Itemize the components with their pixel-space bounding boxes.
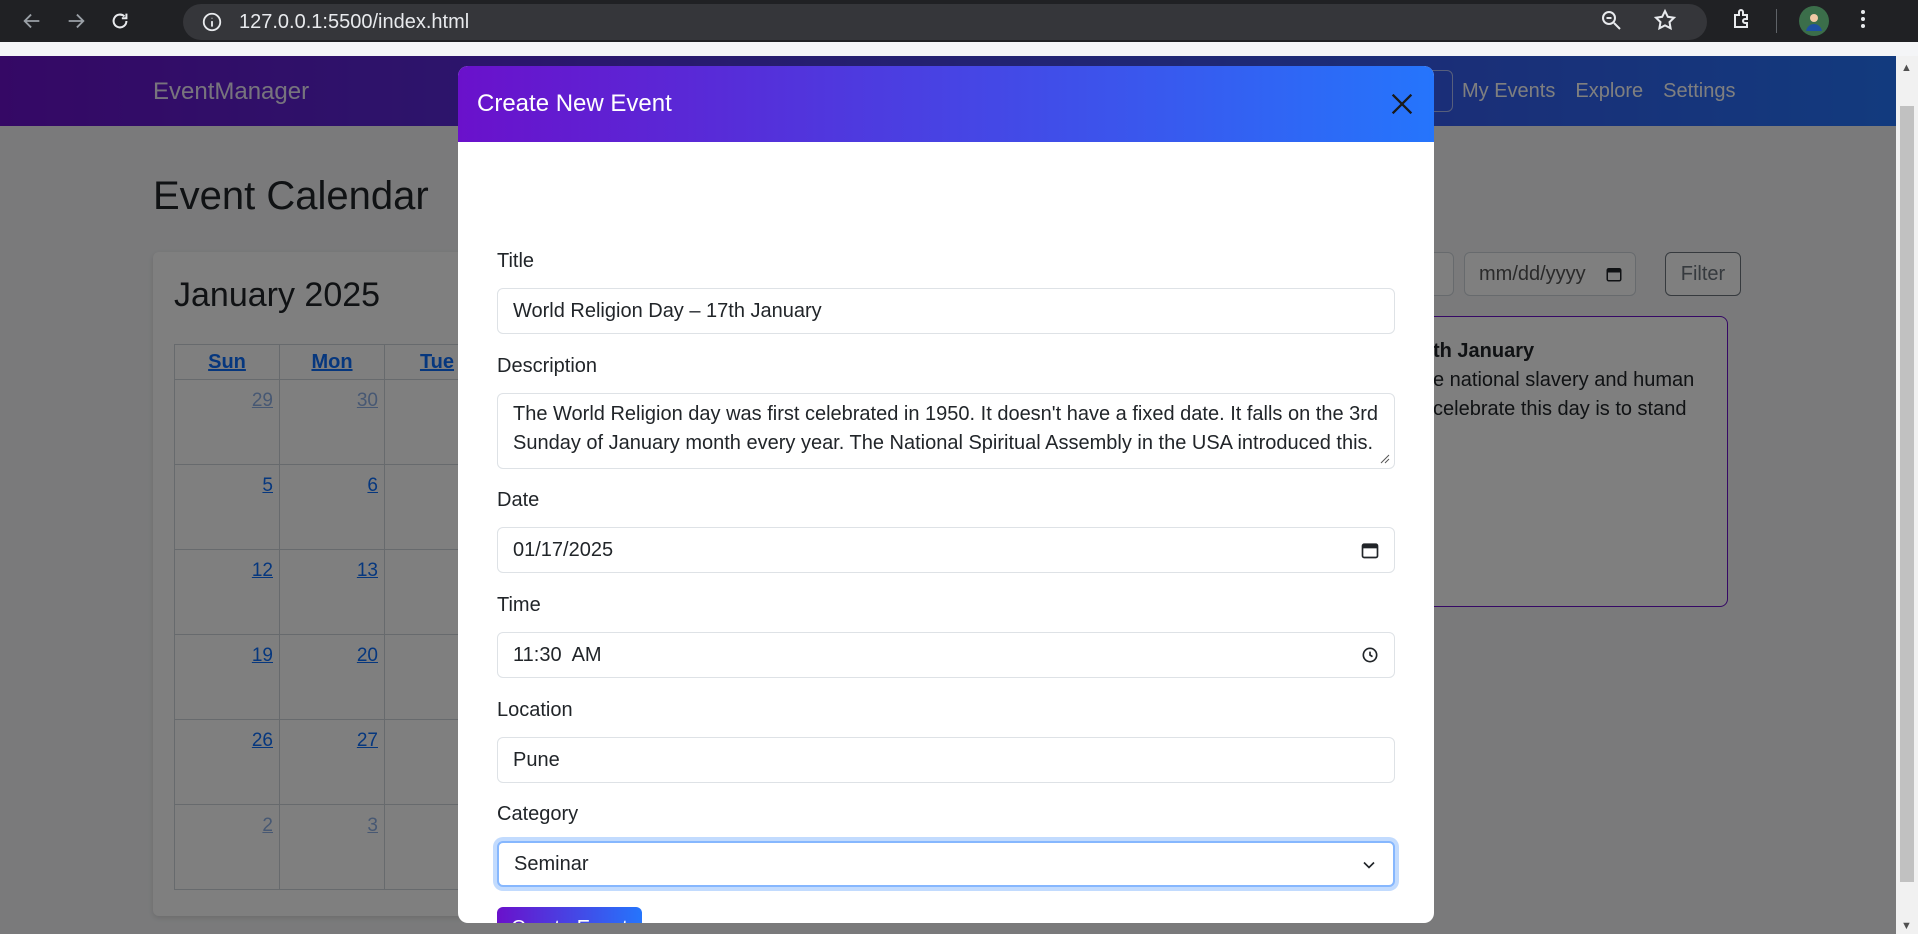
create-event-modal: Create New Event Title World Religion Da… <box>458 66 1434 923</box>
calendar-icon[interactable] <box>1360 540 1380 560</box>
create-event-button[interactable]: Create Event <box>497 907 642 923</box>
scroll-down-arrow-icon[interactable]: ▼ <box>1901 920 1912 932</box>
bookmark-star-icon[interactable] <box>1653 8 1677 37</box>
page-scrollbar[interactable]: ▲ ▼ <box>1896 56 1918 934</box>
date-label: Date <box>497 489 540 511</box>
time-value: 11:30 AM <box>513 643 602 666</box>
date-input[interactable]: 01/17/2025 <box>497 527 1395 573</box>
scroll-up-arrow-icon[interactable]: ▲ <box>1901 62 1912 74</box>
clock-icon[interactable] <box>1360 645 1380 665</box>
date-value: 01/17/2025 <box>513 538 614 561</box>
modal-header: Create New Event <box>458 66 1434 142</box>
address-bar[interactable]: 127.0.0.1:5500/index.html <box>183 4 1707 40</box>
site-info-icon[interactable] <box>201 11 223 33</box>
profile-avatar[interactable] <box>1799 6 1829 36</box>
extensions-icon[interactable] <box>1730 7 1754 36</box>
reload-icon[interactable] <box>98 0 142 42</box>
toolbar-divider <box>1776 9 1777 33</box>
resize-grip-icon[interactable] <box>1380 454 1390 464</box>
url-text: 127.0.0.1:5500/index.html <box>239 10 470 33</box>
chevron-down-icon[interactable] <box>1359 855 1379 875</box>
title-label: Title <box>497 250 535 272</box>
description-label: Description <box>497 355 598 377</box>
category-label: Category <box>497 803 579 825</box>
description-text: The World Religion day was first celebra… <box>513 403 1379 454</box>
browser-toolbar: 127.0.0.1:5500/index.html <box>0 0 1918 42</box>
category-select[interactable]: Seminar <box>497 841 1395 887</box>
forward-icon[interactable] <box>54 0 98 42</box>
close-icon[interactable] <box>1388 90 1416 118</box>
category-value: Seminar <box>514 852 589 875</box>
back-icon[interactable] <box>10 0 54 42</box>
scrollbar-thumb[interactable] <box>1900 106 1914 882</box>
time-label: Time <box>497 594 541 616</box>
location-input[interactable]: Pune <box>497 737 1395 783</box>
location-label: Location <box>497 699 573 721</box>
time-input[interactable]: 11:30 AM <box>497 632 1395 678</box>
description-textarea[interactable]: The World Religion day was first celebra… <box>497 393 1395 469</box>
modal-title: Create New Event <box>477 90 672 117</box>
title-input[interactable]: World Religion Day – 17th January <box>497 288 1395 334</box>
menu-kebab-icon[interactable] <box>1851 7 1875 36</box>
zoom-icon[interactable] <box>1599 8 1623 37</box>
